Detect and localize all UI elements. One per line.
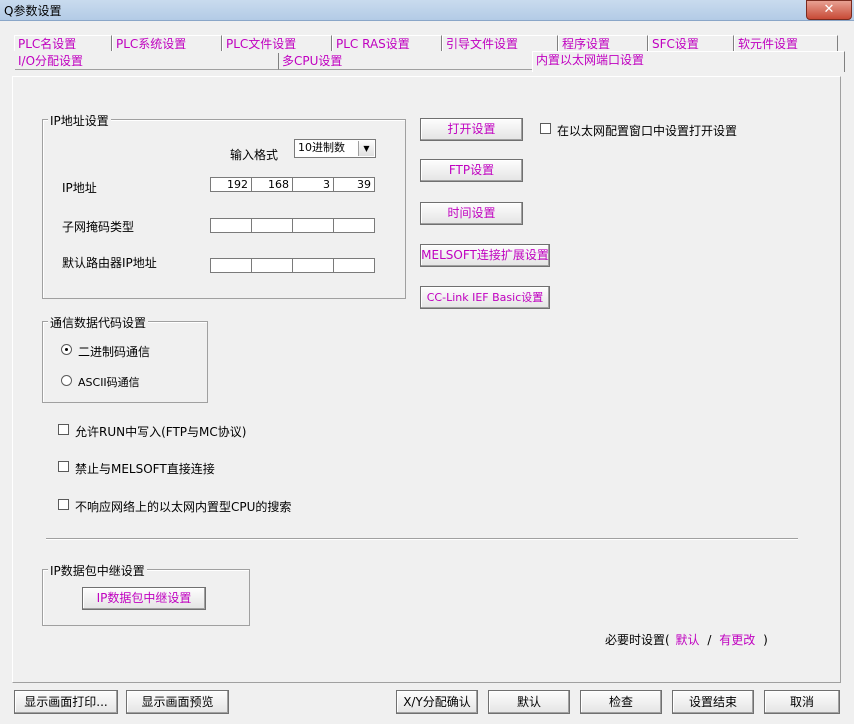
default-button[interactable]: 默认 bbox=[488, 690, 570, 714]
no-respond-search-checkbox[interactable] bbox=[58, 499, 69, 510]
default-legend: 默认 bbox=[675, 633, 700, 647]
ip-address-input[interactable]: 192 168 3 39 bbox=[210, 177, 375, 192]
cclink-ief-basic-button[interactable]: CC-Link IEF Basic设置 bbox=[420, 286, 550, 309]
check-button[interactable]: 检查 bbox=[580, 690, 662, 714]
ip-octet-4[interactable]: 39 bbox=[334, 178, 374, 191]
relay-group-label: IP数据包中继设置 bbox=[48, 562, 147, 579]
title-bar: Q参数设置 ✕ bbox=[0, 0, 854, 21]
tab-builtin-ethernet[interactable]: 内置以太网端口设置 bbox=[532, 51, 845, 72]
footer-note: 必要时设置( 默认 / 有更改 ) bbox=[605, 633, 768, 647]
input-format-select[interactable]: 10进制数 ▼ bbox=[294, 139, 376, 158]
tab-device[interactable]: 软元件设置 bbox=[734, 35, 838, 51]
open-in-ethernet-config-checkbox[interactable] bbox=[540, 123, 551, 134]
window-title: Q参数设置 bbox=[4, 4, 62, 18]
comm-code-group bbox=[42, 321, 208, 403]
close-button[interactable]: ✕ bbox=[806, 0, 852, 20]
tab-plc-ras[interactable]: PLC RAS设置 bbox=[332, 35, 442, 51]
ip-group-label: IP地址设置 bbox=[48, 112, 111, 129]
gateway-octet-1[interactable] bbox=[211, 259, 252, 272]
subnet-octet-3[interactable] bbox=[293, 219, 334, 232]
forbid-melsoft-checkbox[interactable] bbox=[58, 461, 69, 472]
no-respond-search-label: 不响应网络上的以太网内置型CPU的搜索 bbox=[75, 500, 292, 514]
subnet-octet-4[interactable] bbox=[334, 219, 374, 232]
ascii-label: ASCII码通信 bbox=[78, 376, 140, 389]
input-format-label: 输入格式 bbox=[230, 148, 279, 162]
tab-sfc[interactable]: SFC设置 bbox=[648, 35, 734, 51]
cancel-button[interactable]: 取消 bbox=[764, 690, 840, 714]
ascii-radio[interactable] bbox=[61, 375, 72, 386]
time-settings-button[interactable]: 时间设置 bbox=[420, 202, 523, 225]
subnet-octet-2[interactable] bbox=[252, 219, 293, 232]
section-divider bbox=[46, 538, 798, 540]
tab-io-assignment[interactable]: I/O分配设置 bbox=[15, 53, 281, 70]
binary-label: 二进制码通信 bbox=[78, 345, 151, 359]
subnet-mask-label: 子网掩码类型 bbox=[62, 220, 135, 234]
chevron-down-icon: ▼ bbox=[358, 141, 374, 156]
allow-run-write-checkbox[interactable] bbox=[58, 424, 69, 435]
gateway-octet-2[interactable] bbox=[252, 259, 293, 272]
open-settings-button[interactable]: 打开设置 bbox=[420, 118, 523, 141]
tab-boot-file[interactable]: 引导文件设置 bbox=[442, 35, 558, 51]
tab-multi-cpu[interactable]: 多CPU设置 bbox=[278, 53, 536, 70]
subnet-octet-1[interactable] bbox=[211, 219, 252, 232]
tab-program[interactable]: 程序设置 bbox=[558, 35, 648, 51]
allow-run-write-label: 允许RUN中写入(FTP与MC协议) bbox=[75, 425, 247, 439]
ip-octet-2[interactable]: 168 bbox=[252, 178, 293, 191]
tab-plc-system[interactable]: PLC系统设置 bbox=[112, 35, 222, 51]
gateway-input[interactable] bbox=[210, 258, 375, 273]
changed-legend: 有更改 bbox=[719, 633, 756, 647]
gateway-label: 默认路由器IP地址 bbox=[62, 256, 157, 270]
open-in-ethernet-config-label: 在以太网配置窗口中设置打开设置 bbox=[557, 124, 738, 138]
finish-settings-button[interactable]: 设置结束 bbox=[672, 690, 754, 714]
comm-group-label: 通信数据代码设置 bbox=[48, 314, 149, 331]
close-icon: ✕ bbox=[823, 2, 835, 17]
melsoft-extension-button[interactable]: MELSOFT连接扩展设置 bbox=[420, 244, 550, 267]
subnet-mask-input[interactable] bbox=[210, 218, 375, 233]
binary-radio[interactable] bbox=[61, 344, 72, 355]
ip-address-label: IP地址 bbox=[62, 181, 97, 195]
ip-octet-3[interactable]: 3 bbox=[293, 178, 334, 191]
print-screen-button[interactable]: 显示画面打印... bbox=[14, 690, 118, 714]
tab-plc-file[interactable]: PLC文件设置 bbox=[222, 35, 332, 51]
ftp-settings-button[interactable]: FTP设置 bbox=[420, 159, 523, 182]
gateway-octet-4[interactable] bbox=[334, 259, 374, 272]
forbid-melsoft-label: 禁止与MELSOFT直接连接 bbox=[75, 462, 215, 476]
ip-octet-1[interactable]: 192 bbox=[211, 178, 252, 191]
tab-plc-name[interactable]: PLC名设置 bbox=[14, 35, 112, 51]
xy-assignment-confirm-button[interactable]: X/Y分配确认 bbox=[396, 690, 478, 714]
gateway-octet-3[interactable] bbox=[293, 259, 334, 272]
preview-screen-button[interactable]: 显示画面预览 bbox=[126, 690, 229, 714]
ip-relay-settings-button[interactable]: IP数据包中继设置 bbox=[82, 587, 206, 610]
